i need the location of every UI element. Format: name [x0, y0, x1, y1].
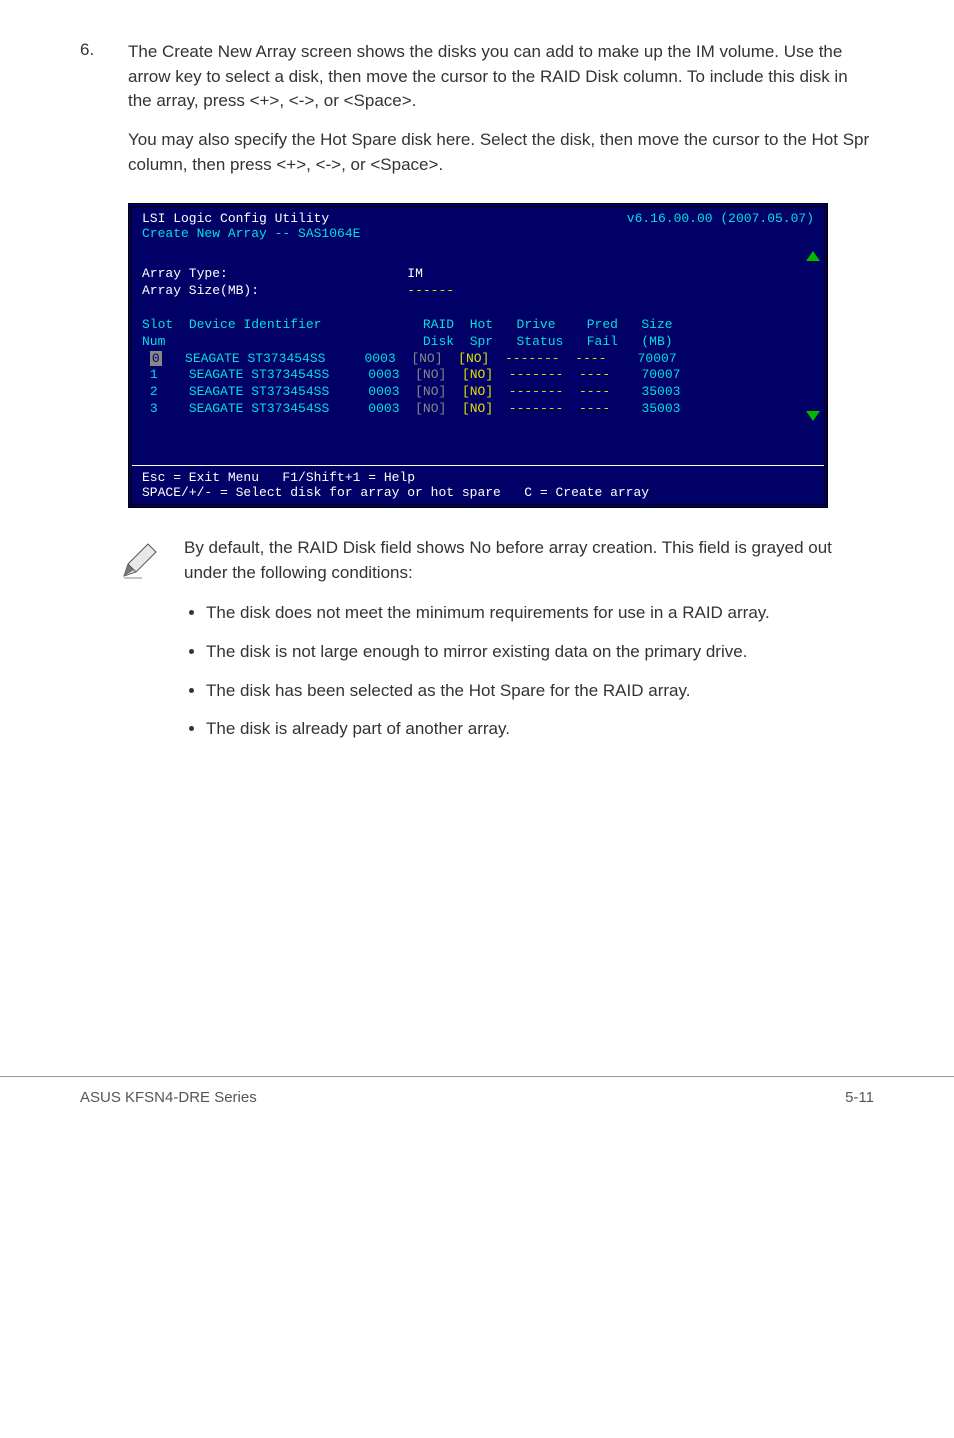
hdr-slot: Slot [142, 317, 173, 332]
list-item: The disk has been selected as the Hot Sp… [206, 679, 854, 704]
cell-dev: SEAGATE ST373454SS [189, 401, 329, 416]
scroll-up-icon[interactable] [806, 251, 820, 261]
cell-rev: 0003 [368, 401, 399, 416]
cell-drive: ------- [509, 367, 564, 382]
footer-right: 5-11 [845, 1089, 874, 1106]
footer-left: ASUS KFSN4-DRE Series [80, 1089, 257, 1106]
table-row[interactable]: 3 SEAGATE ST373454SS 0003 [NO] [NO] ----… [142, 401, 680, 416]
hdr-dev: Device Identifier [189, 317, 322, 332]
terminal-title: LSI Logic Config Utility [142, 211, 329, 226]
table-row[interactable]: 1 SEAGATE ST373454SS 0003 [NO] [NO] ----… [142, 367, 680, 382]
cell-size: 35003 [641, 401, 680, 416]
hdr-drive: Drive [517, 317, 556, 332]
hdr-disk: Disk [423, 334, 454, 349]
list-item: The disk is already part of another arra… [206, 717, 854, 742]
cell-slot: 0 [150, 351, 162, 366]
bios-terminal[interactable]: LSI Logic Config Utility v6.16.00.00 (200… [128, 203, 828, 508]
hdr-num: Num [142, 334, 165, 349]
list-item: The disk does not meet the minimum requi… [206, 601, 854, 626]
hdr-raid: RAID [423, 317, 454, 332]
terminal-version: v6.16.00.00 (2007.05.07) [627, 211, 814, 226]
pencil-icon [120, 536, 160, 756]
cell-raid[interactable]: [NO] [415, 384, 446, 399]
cell-raid[interactable]: [NO] [415, 401, 446, 416]
list-item: The disk is not large enough to mirror e… [206, 640, 854, 665]
hdr-size: Size [641, 317, 672, 332]
step-number: 6. [80, 40, 104, 191]
cell-raid[interactable]: [NO] [411, 351, 442, 366]
cell-drive: ------- [509, 401, 564, 416]
scroll-down-icon[interactable] [806, 411, 820, 421]
cell-slot: 2 [150, 384, 158, 399]
cell-drive: ------- [505, 351, 560, 366]
value-array-size: ------ [407, 283, 454, 298]
terminal-subtitle: Create New Array -- SAS1064E [132, 226, 824, 245]
step-body: The Create New Array screen shows the di… [128, 40, 874, 191]
cell-drive: ------- [509, 384, 564, 399]
cell-size: 70007 [641, 367, 680, 382]
table-row[interactable]: 2 SEAGATE ST373454SS 0003 [NO] [NO] ----… [142, 384, 680, 399]
step-para-2: You may also specify the Hot Spare disk … [128, 128, 874, 177]
value-array-type[interactable]: IM [407, 266, 423, 281]
footer-line-1: Esc = Exit Menu F1/Shift+1 = Help [142, 470, 415, 485]
hdr-hot: Hot [470, 317, 493, 332]
hdr-pred: Pred [587, 317, 618, 332]
table-row[interactable]: 0 SEAGATE ST373454SS 0003 [NO] [NO] ----… [142, 351, 677, 366]
terminal-footer: Esc = Exit Menu F1/Shift+1 = Help SPACE/… [132, 465, 824, 504]
cell-size: 70007 [638, 351, 677, 366]
cell-pred: ---- [579, 367, 610, 382]
cell-hot[interactable]: [NO] [462, 401, 493, 416]
cell-hot[interactable]: [NO] [458, 351, 489, 366]
label-array-type: Array Type: [142, 266, 228, 281]
cell-rev: 0003 [364, 351, 395, 366]
cell-size: 35003 [641, 384, 680, 399]
hdr-status: Status [517, 334, 564, 349]
cell-dev: SEAGATE ST373454SS [189, 367, 329, 382]
hdr-fail: Fail [587, 334, 618, 349]
label-array-size: Array Size(MB): [142, 283, 259, 298]
cell-slot: 1 [150, 367, 158, 382]
cell-rev: 0003 [368, 367, 399, 382]
cell-raid[interactable]: [NO] [415, 367, 446, 382]
cell-dev: SEAGATE ST373454SS [185, 351, 325, 366]
cell-pred: ---- [579, 384, 610, 399]
cell-hot[interactable]: [NO] [462, 367, 493, 382]
hdr-spr: Spr [470, 334, 493, 349]
cell-dev: SEAGATE ST373454SS [189, 384, 329, 399]
cell-slot: 3 [150, 401, 158, 416]
footer-line-2: SPACE/+/- = Select disk for array or hot… [142, 485, 649, 500]
cell-pred: ---- [579, 401, 610, 416]
note-intro: By default, the RAID Disk field shows No… [184, 536, 854, 585]
hdr-mb: (MB) [641, 334, 672, 349]
cell-rev: 0003 [368, 384, 399, 399]
terminal-main[interactable]: Array Type: IM Array Size(MB): ------ Sl… [132, 245, 806, 465]
cell-hot[interactable]: [NO] [462, 384, 493, 399]
step-para-1: The Create New Array screen shows the di… [128, 40, 874, 114]
cell-pred: ---- [575, 351, 606, 366]
